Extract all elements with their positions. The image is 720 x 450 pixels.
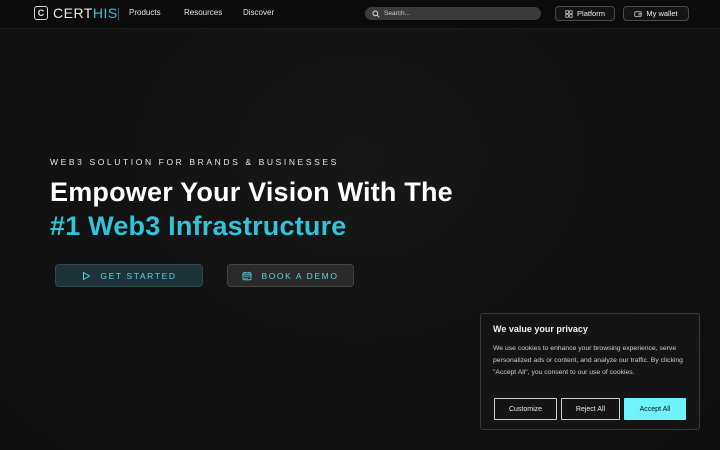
book-demo-label: BOOK A DEMO [261, 270, 339, 281]
get-started-label: GET STARTED [100, 270, 177, 281]
nav-item-discover[interactable]: Discover [243, 8, 274, 17]
cookie-title: We value your privacy [493, 324, 588, 334]
cookie-actions: Customize Reject All Accept All [494, 398, 686, 420]
book-demo-button[interactable]: BOOK A DEMO [227, 264, 354, 287]
wallet-button-label: My wallet [646, 9, 678, 18]
hero-eyebrow: WEB3 SOLUTION FOR BRANDS & BUSINESSES [50, 157, 339, 167]
nav-divider [118, 8, 119, 20]
search-input[interactable] [384, 10, 534, 17]
brand-name-prefix: CERT [53, 5, 93, 21]
hero-headline-line2: #1 Web3 Infrastructure [50, 211, 347, 241]
grid-icon [565, 9, 573, 18]
platform-button[interactable]: Platform [555, 6, 615, 21]
nav-item-products[interactable]: Products [129, 8, 161, 17]
hero-headline-line1: Empower Your Vision With The [50, 177, 453, 207]
search-bar[interactable] [365, 7, 541, 20]
cookie-text: We use cookies to enhance your browsing … [493, 345, 683, 376]
brand-logo[interactable]: C CERTHIS [34, 5, 118, 21]
nav-item-resources[interactable]: Resources [184, 8, 222, 17]
platform-button-label: Platform [577, 9, 605, 18]
wallet-button[interactable]: My wallet [623, 6, 689, 21]
play-icon [83, 271, 91, 280]
get-started-button[interactable]: GET STARTED [55, 264, 203, 287]
hero-headline: Empower Your Vision With The #1 Web3 Inf… [50, 175, 453, 243]
logo-letter: C [37, 7, 45, 18]
accept-all-button[interactable]: Accept All [624, 398, 686, 420]
brand-name-highlight: HIS [92, 5, 118, 21]
logo-mark-icon: C [34, 6, 48, 20]
brand-name: CERTHIS [53, 5, 118, 21]
top-nav-bar: C CERTHIS Products Resources Discover Pl… [0, 0, 720, 29]
customize-button[interactable]: Customize [494, 398, 557, 420]
search-icon [372, 9, 380, 18]
cookie-banner: We value your privacy We use cookies to … [480, 313, 700, 430]
reject-all-button[interactable]: Reject All [561, 398, 620, 420]
page: C CERTHIS Products Resources Discover Pl… [0, 0, 720, 450]
calendar-icon [242, 271, 252, 280]
wallet-icon [634, 10, 642, 17]
